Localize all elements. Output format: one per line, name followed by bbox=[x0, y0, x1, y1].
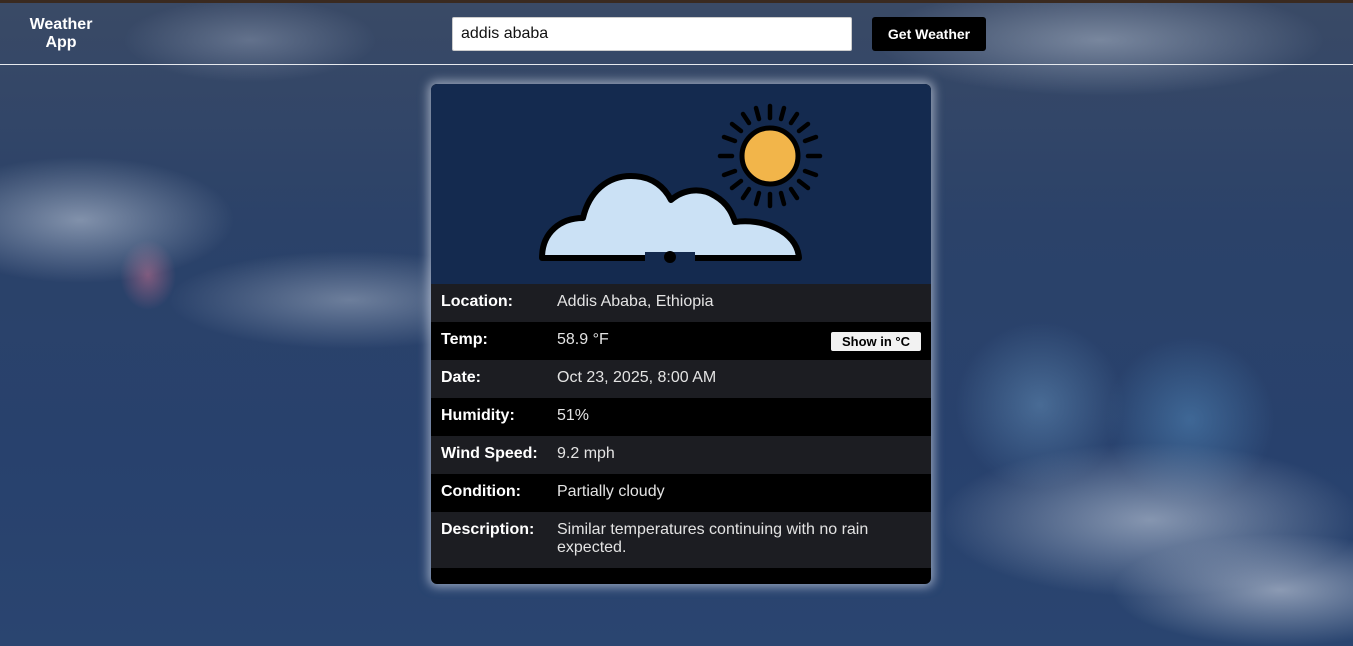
row-wind-speed: Wind Speed: 9.2 mph bbox=[431, 436, 931, 474]
weather-icon-panel bbox=[431, 84, 931, 284]
condition-value: Partially cloudy bbox=[557, 483, 665, 500]
row-description: Description: Similar temperatures contin… bbox=[431, 512, 931, 568]
row-temp: Temp: 58.9 °F Show in °C bbox=[431, 322, 931, 360]
description-value: Similar temperatures continuing with no … bbox=[557, 521, 869, 556]
toggle-celsius-button[interactable]: Show in °C bbox=[831, 332, 921, 351]
row-humidity: Humidity: 51% bbox=[431, 398, 931, 436]
row-label: Location: bbox=[441, 293, 513, 310]
app-title: Weather App bbox=[29, 16, 93, 51]
row-label: Wind Speed: bbox=[441, 445, 538, 462]
row-label: Description: bbox=[441, 521, 535, 538]
city-search-input[interactable] bbox=[452, 17, 852, 51]
weather-card: Location: Addis Ababa, Ethiopia Temp: 58… bbox=[431, 84, 931, 584]
location-value: Addis Ababa, Ethiopia bbox=[557, 293, 714, 310]
row-label: Date: bbox=[441, 369, 482, 386]
row-label: Humidity: bbox=[441, 407, 515, 424]
partly-cloudy-day-icon bbox=[539, 103, 823, 264]
row-label: Temp: bbox=[441, 331, 488, 348]
date-value: Oct 23, 2025, 8:00 AM bbox=[557, 369, 717, 386]
wind-speed-value: 9.2 mph bbox=[557, 445, 615, 462]
header: Weather App Get Weather bbox=[0, 0, 1353, 65]
get-weather-button[interactable]: Get Weather bbox=[872, 17, 986, 51]
humidity-value: 51% bbox=[557, 407, 590, 424]
row-location: Location: Addis Ababa, Ethiopia bbox=[431, 284, 931, 322]
row-condition: Condition: Partially cloudy bbox=[431, 474, 931, 512]
row-label: Condition: bbox=[441, 483, 521, 500]
row-date: Date: Oct 23, 2025, 8:00 AM bbox=[431, 360, 931, 398]
